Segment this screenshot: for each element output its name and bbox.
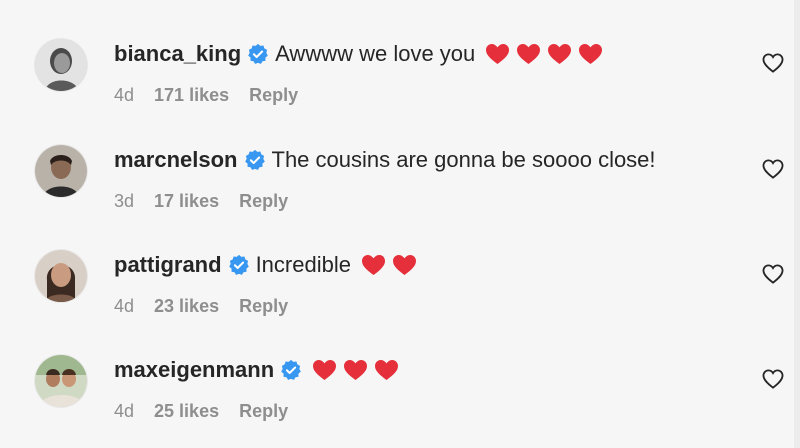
- comment-username[interactable]: marcnelson: [114, 147, 238, 173]
- red-heart-emoji-icon: [392, 254, 417, 276]
- comment-body: Incredible: [255, 252, 351, 277]
- comment-likes[interactable]: 17 likes: [154, 191, 219, 212]
- reply-button[interactable]: Reply: [239, 401, 288, 422]
- comment-likes[interactable]: 171 likes: [154, 85, 229, 106]
- comment-text-line: maxeigenmann: [114, 355, 405, 385]
- avatar-image: [35, 145, 87, 197]
- heart-outline-icon[interactable]: [762, 159, 784, 179]
- red-heart-emoji-icon: [578, 43, 603, 65]
- comment-username[interactable]: pattigrand: [114, 252, 222, 278]
- comment-item: bianca_king Awwww we love you 4d 171 lik…: [0, 39, 794, 139]
- comment-meta: 3d 17 likes Reply: [114, 191, 288, 212]
- heart-outline-icon[interactable]: [762, 369, 784, 389]
- comment-meta: 4d 171 likes Reply: [114, 85, 298, 106]
- red-heart-emoji-icon: [516, 43, 541, 65]
- heart-outline-icon[interactable]: [762, 53, 784, 73]
- comment-text-line: marcnelson The cousins are gonna be sooo…: [114, 145, 656, 175]
- comment-username[interactable]: maxeigenmann: [114, 357, 274, 383]
- red-heart-emoji-icon: [343, 359, 368, 381]
- red-heart-emoji-icon: [485, 43, 510, 65]
- red-heart-emoji-icon: [361, 254, 386, 276]
- avatar-image: [35, 39, 87, 91]
- heart-emojis: [361, 254, 423, 276]
- comment-username[interactable]: bianca_king: [114, 41, 241, 67]
- avatar[interactable]: [35, 355, 87, 407]
- comment-time: 4d: [114, 296, 135, 316]
- comment-time: 4d: [114, 401, 135, 421]
- comment-meta: 4d 23 likes Reply: [114, 296, 288, 317]
- comment-text-line: pattigrand Incredible: [114, 250, 423, 280]
- avatar-image: [35, 355, 87, 407]
- comment-text-line: bianca_king Awwww we love you: [114, 39, 609, 69]
- comment-meta: 4d 25 likes Reply: [114, 401, 288, 422]
- comment-item: pattigrand Incredible 4d 23 likes Reply: [0, 250, 794, 350]
- comment-body: Awwww we love you: [275, 41, 476, 66]
- comment-likes[interactable]: 25 likes: [154, 401, 219, 422]
- verified-badge-icon: [247, 43, 269, 65]
- reply-button[interactable]: Reply: [239, 191, 288, 212]
- heart-emojis: [485, 43, 609, 65]
- reply-button[interactable]: Reply: [239, 296, 288, 317]
- verified-badge-icon: [228, 254, 250, 276]
- red-heart-emoji-icon: [312, 359, 337, 381]
- comments-panel: bianca_king Awwww we love you 4d 171 lik…: [0, 0, 800, 448]
- avatar[interactable]: [35, 250, 87, 302]
- reply-button[interactable]: Reply: [249, 85, 298, 106]
- avatar[interactable]: [35, 39, 87, 91]
- red-heart-emoji-icon: [374, 359, 399, 381]
- comment-time: 3d: [114, 191, 135, 211]
- comment-likes[interactable]: 23 likes: [154, 296, 219, 317]
- comment-body: The cousins are gonna be soooo close!: [271, 147, 656, 172]
- avatar-image: [35, 250, 87, 302]
- red-heart-emoji-icon: [547, 43, 572, 65]
- verified-badge-icon: [280, 359, 302, 381]
- comment-time: 4d: [114, 85, 135, 105]
- comment-item: marcnelson The cousins are gonna be sooo…: [0, 145, 794, 245]
- avatar[interactable]: [35, 145, 87, 197]
- verified-badge-icon: [244, 149, 266, 171]
- comment-item: maxeigenmann 4d 25 likes Reply: [0, 355, 794, 448]
- heart-emojis: [312, 359, 405, 381]
- heart-outline-icon[interactable]: [762, 264, 784, 284]
